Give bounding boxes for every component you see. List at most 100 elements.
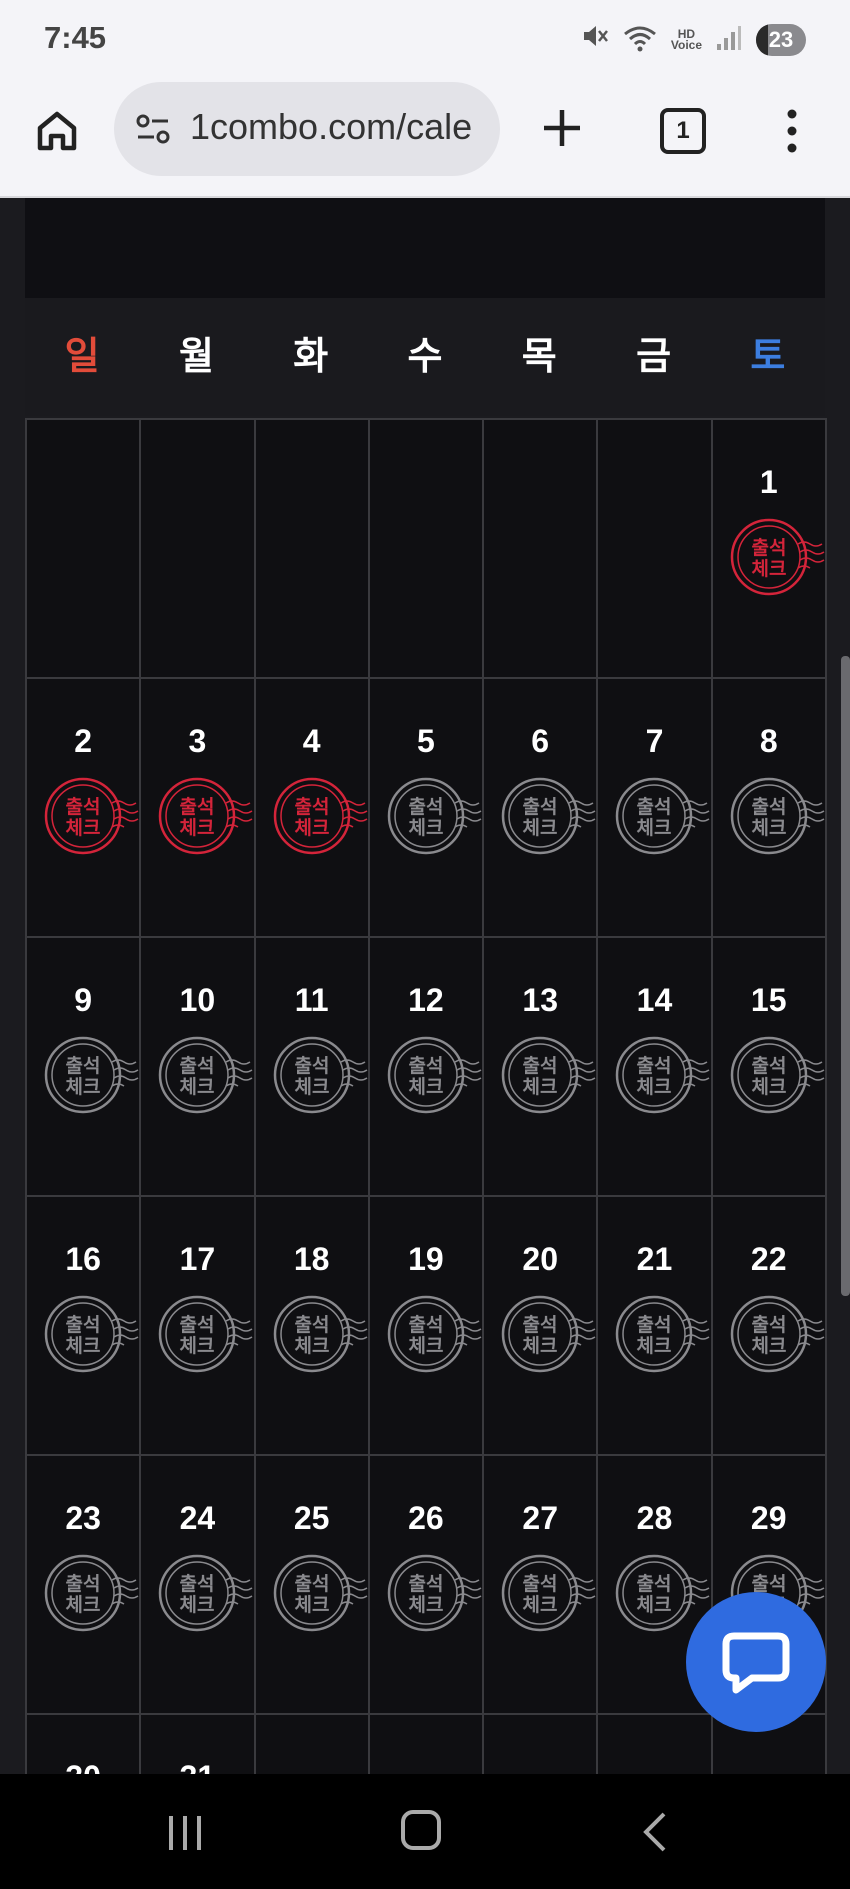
calendar-day-cell[interactable]: 10 출석 체크 [141,938,256,1197]
url-bar[interactable]: 1combo.com/cale [114,82,500,176]
calendar-day-cell[interactable]: 22 출석 체크 [712,1197,827,1456]
calendar-day-cell[interactable]: 25 출석 체크 [255,1456,370,1715]
status-icons: HD Voice 23 [581,22,806,58]
stamp-line1: 출석 [523,1314,558,1336]
calendar-day-cell[interactable]: 2 출석 체크 [27,679,142,938]
calendar-day-cell[interactable]: 30 [27,1715,142,1774]
calendar-day-cell[interactable] [369,420,485,679]
day-number: 16 [65,1241,101,1277]
weekday-fri: 금 [636,336,672,378]
calendar-day-cell[interactable]: 17 출석 체크 [141,1197,256,1456]
attendance-stamp-icon: 출석체크 [730,777,825,855]
status-time: 7:45 [44,20,107,55]
calendar-day-cell[interactable]: 19 출석 체크 [369,1197,485,1456]
calendar-day-cell[interactable]: 9 출석 체크 [27,938,142,1197]
stamp-line2: 체크 [523,817,558,839]
system-nav-bar [0,1774,850,1889]
battery-level: 23 [768,27,794,52]
attendance-stamp-icon: 출석체크 [273,1036,368,1114]
recent-apps-icon[interactable] [165,1814,205,1852]
day-number: 13 [522,982,558,1018]
calendar-day-cell[interactable]: 20 출석 체크 [484,1197,599,1456]
calendar-day-cell[interactable] [484,1715,599,1774]
stamp-line1: 출석 [408,1573,443,1595]
stamp-line1: 출석 [66,796,101,818]
chat-button[interactable] [686,1592,826,1732]
chat-bubble-icon [722,1632,790,1694]
calendar-day-cell[interactable] [598,420,713,679]
calendar-day-cell[interactable]: 27 출석 체크 [484,1456,599,1715]
tabs-icon[interactable]: 1 [660,108,706,154]
site-settings-icon[interactable] [134,110,172,148]
stamp-line2: 체크 [637,1076,672,1098]
attendance-stamp-icon: 출석체크 [387,1295,482,1373]
stamp-line1: 출석 [523,1573,558,1595]
calendar-day-cell[interactable] [484,420,599,679]
more-vert-icon[interactable] [780,106,804,156]
stamp-line2: 체크 [408,1594,443,1616]
stamp-line2: 체크 [66,817,101,839]
calendar-day-cell[interactable]: 26 출석 체크 [369,1456,485,1715]
stamp-line2: 체크 [523,1594,558,1616]
calendar-day-cell[interactable]: 31 [141,1715,256,1774]
calendar-day-cell[interactable]: 18 출석 체크 [255,1197,370,1456]
attendance-stamp-icon: 출석체크 [158,1554,253,1632]
home-nav-icon[interactable] [401,1810,441,1850]
stamp-line1: 출석 [408,1314,443,1336]
stamp-line1: 출석 [751,537,786,559]
calendar-day-cell[interactable]: 23 출석 체크 [27,1456,142,1715]
day-number: 14 [636,982,673,1018]
weekday-tue: 화 [293,336,329,378]
calendar-day-cell[interactable] [598,1715,713,1774]
calendar-day-cell[interactable]: 12 출석 체크 [369,938,485,1197]
weekday-wed: 수 [407,336,443,378]
calendar-day-cell[interactable]: 1 출석 체크 [712,420,827,679]
day-number: 23 [65,1500,101,1536]
stamp-line1: 출석 [751,1055,786,1077]
scrollbar[interactable] [841,656,850,1296]
stamp-line1: 출석 [408,1055,443,1077]
attendance-stamp-icon: 출석체크 [501,1295,596,1373]
calendar-day-cell[interactable]: 5 출석 체크 [369,679,485,938]
calendar-day-cell[interactable] [141,420,256,679]
day-number: 10 [179,982,216,1018]
status-bar: 7:45 HD Voice 23 [0,0,850,78]
stamp-line1: 출석 [523,796,558,818]
url-text[interactable]: 1combo.com/cale [190,106,472,148]
back-icon[interactable] [640,1810,670,1854]
attendance-stamp-checked-icon: 출석 체크 [44,777,139,855]
stamp-line2: 체크 [294,1076,329,1098]
calendar-day-cell[interactable]: 11 출석 체크 [255,938,370,1197]
attendance-stamp-icon: 출석체크 [615,1295,710,1373]
attendance-stamp-icon: 출석체크 [44,1554,139,1632]
stamp-line2: 체크 [751,817,786,839]
mute-icon [581,22,609,58]
calendar-day-cell[interactable] [255,420,370,679]
calendar-day-cell[interactable]: 7 출석 체크 [598,679,713,938]
day-number: 15 [750,982,787,1018]
attendance-stamp-icon: 출석체크 [730,1036,825,1114]
calendar-day-cell[interactable]: 4 출석 체크 [255,679,370,938]
home-icon[interactable] [32,106,82,156]
calendar-day-cell[interactable]: 13 출석 체크 [484,938,599,1197]
calendar-day-cell[interactable]: 24 출석 체크 [141,1456,256,1715]
weekday-thu: 목 [521,336,557,378]
calendar-day-cell[interactable]: 15 출석 체크 [712,938,827,1197]
calendar-day-cell[interactable]: 14 출석 체크 [598,938,713,1197]
stamp-line1: 출석 [180,796,215,818]
calendar-day-cell[interactable] [369,1715,485,1774]
stamp-line2: 체크 [294,1335,329,1357]
stamp-line1: 출석 [751,796,786,818]
plus-icon[interactable] [538,104,586,152]
calendar-day-cell[interactable]: 16 출석 체크 [27,1197,142,1456]
stamp-line1: 출석 [637,1573,672,1595]
calendar-day-cell[interactable] [27,420,142,679]
calendar-day-cell[interactable]: 3 출석 체크 [141,679,256,938]
calendar-day-cell[interactable]: 6 출석 체크 [484,679,599,938]
stamp-line2: 체크 [180,1594,215,1616]
calendar-day-cell[interactable]: 21 출석 체크 [598,1197,713,1456]
calendar-day-cell[interactable]: 8 출석 체크 [712,679,827,938]
day-number: 28 [636,1500,673,1536]
stamp-line1: 출석 [180,1573,215,1595]
calendar-day-cell[interactable] [255,1715,370,1774]
